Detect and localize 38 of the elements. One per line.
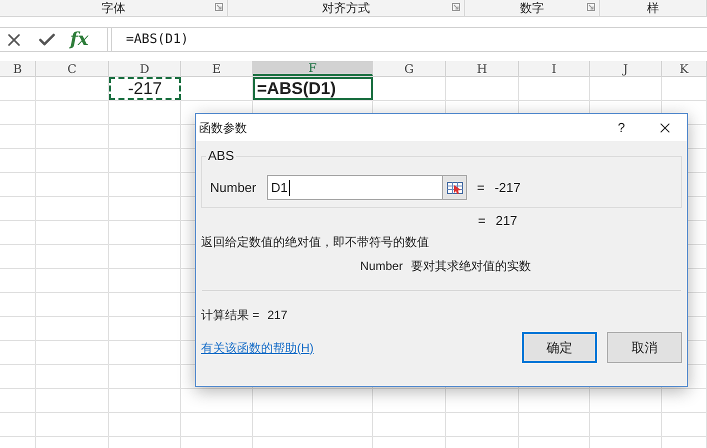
column-header[interactable]: H [446,61,519,76]
help-link[interactable]: 有关该函数的帮助(H) [201,338,512,356]
dialog-title: 函数参数 [199,120,248,136]
ribbon-group-label: 对齐方式 [322,1,370,15]
dialog-launcher-icon[interactable] [452,3,460,11]
range-picker-button[interactable] [443,175,467,200]
column-header[interactable]: K [662,61,707,76]
column-header[interactable]: J [590,61,662,76]
result-value: 217 [496,212,518,230]
dialog-button[interactable]: 确定 [522,332,597,363]
calculation-label: 计算结果 = [201,307,260,324]
argument-value: -217 [494,178,521,197]
ribbon-group-label: 数字 [520,1,544,15]
formula-input[interactable]: =ABS(D1) [111,28,707,51]
calculation-value: 217 [267,307,288,324]
table-cell[interactable]: -217 [109,77,181,100]
ribbon-group-label: 样 [647,1,659,15]
dialog-launcher-icon[interactable] [215,3,223,11]
insert-function-button[interactable]: fx [70,30,88,48]
help-button[interactable]: ? [618,118,625,138]
equals-sign: = [477,178,485,197]
column-header[interactable]: G [373,61,446,76]
argument-name: Number [360,258,403,275]
function-description: 返回给定数值的绝对值，即不带符号的数值 [201,234,430,250]
column-header[interactable]: D [109,61,181,76]
table-cell[interactable]: =ABS(D1) [253,77,373,100]
spreadsheet-icon [446,182,462,194]
ribbon-group-label: 字体 [102,1,126,15]
dialog-launcher-icon[interactable] [587,3,595,11]
equals-sign: = [478,212,486,230]
column-header[interactable]: I [519,61,590,76]
column-header[interactable]: F [253,61,373,76]
argument-input[interactable]: D1 [267,175,443,200]
column-header[interactable]: B [0,61,36,76]
dialog-button[interactable]: 取消 [607,332,682,363]
column-header[interactable]: C [36,61,109,76]
argument-description: 要对其求绝对值的实数 [410,258,531,275]
argument-label: Number [210,178,258,197]
